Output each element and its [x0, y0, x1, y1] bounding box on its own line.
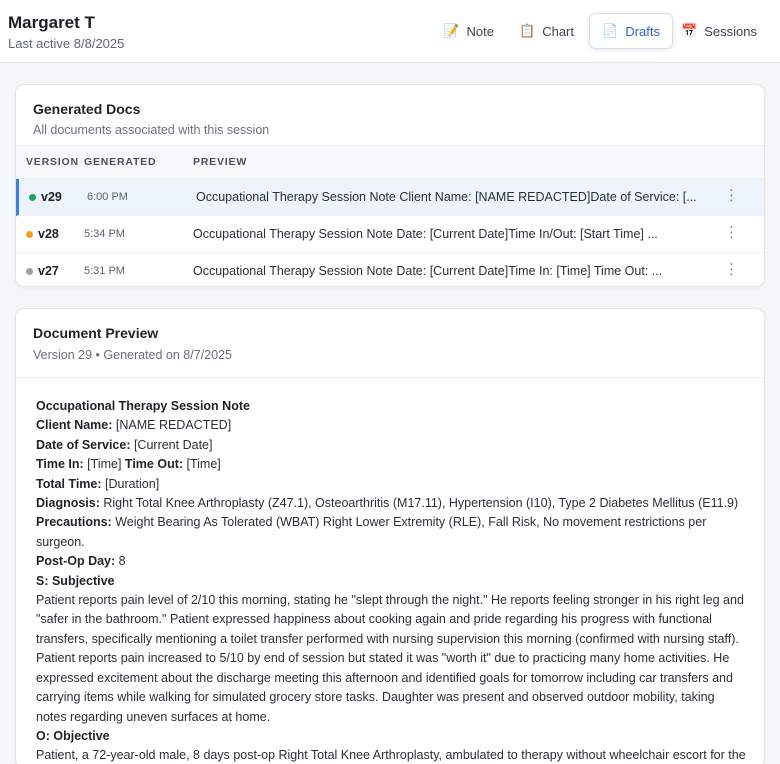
time-out-value: [Time] — [183, 457, 221, 472]
generated-docs-card: Generated Docs All documents associated … — [15, 84, 765, 287]
last-active-text: Last active 8/8/2025 — [8, 36, 125, 51]
generated-docs-title: Generated Docs — [33, 101, 141, 117]
clipboard-icon: 📋 — [519, 23, 536, 38]
total-time-value: [Duration] — [101, 476, 160, 491]
precautions-line: Precautions: Weight Bearing As Tolerated… — [36, 513, 748, 552]
post-op-day-label: Post-Op Day: — [36, 554, 116, 569]
doc-generated-time: 6:00 PM — [87, 191, 128, 203]
doc-preview-text: Occupational Therapy Session Note Date: … — [193, 227, 658, 241]
tab-drafts-label: Drafts — [625, 23, 660, 39]
top-bar: Margaret T Last active 8/8/2025 📝 Note 📋… — [0, 0, 780, 63]
post-op-day-value: 8 — [115, 554, 126, 569]
document-preview-title: Document Preview — [33, 325, 159, 341]
note-body: Occupational Therapy Session Note Client… — [36, 397, 748, 764]
doc-row-v27[interactable]: v27 5:31 PM Occupational Therapy Session… — [16, 253, 764, 286]
calendar-icon: 📅 — [681, 23, 698, 38]
time-out-label: Time Out: — [124, 457, 184, 472]
divider — [16, 377, 764, 378]
tab-note-label: Note — [466, 23, 494, 39]
column-header-preview: PREVIEW — [193, 156, 248, 168]
diagnosis-label: Diagnosis: — [36, 496, 100, 511]
time-in-label: Time In: — [36, 457, 84, 472]
doc-generated-time: 5:31 PM — [84, 265, 125, 277]
date-of-service-line: Date of Service: [Current Date] — [36, 436, 748, 455]
date-of-service-label: Date of Service: — [36, 437, 131, 452]
more-options-icon[interactable]: ⋮ — [724, 261, 739, 279]
total-time-line: Total Time: [Duration] — [36, 475, 748, 494]
tab-note[interactable]: 📝 Note — [430, 13, 507, 49]
date-of-service-value: [Current Date] — [130, 437, 213, 452]
document-preview-subtitle: Version 29 • Generated on 8/7/2025 — [33, 348, 232, 362]
tab-sessions-label: Sessions — [704, 23, 757, 39]
time-line: Time In: [Time] Time Out: [Time] — [36, 455, 748, 474]
client-name-value: [NAME REDACTED] — [112, 418, 232, 433]
column-header-version: VERSION — [26, 156, 79, 168]
objective-heading: O: Objective — [36, 728, 110, 743]
note-heading: Occupational Therapy Session Note — [36, 399, 250, 413]
client-name-line: Client Name: [NAME REDACTED] — [36, 416, 748, 435]
doc-row-v29[interactable]: v29 6:00 PM Occupational Therapy Session… — [16, 179, 764, 216]
time-in-value: [Time] — [83, 457, 125, 472]
document-icon: 📄 — [602, 23, 619, 38]
precautions-label: Precautions: — [36, 515, 112, 530]
post-op-day-line: Post-Op Day: 8 — [36, 552, 748, 571]
tab-chart[interactable]: 📋 Chart — [506, 13, 587, 49]
precautions-value: Weight Bearing As Tolerated (WBAT) Right… — [36, 515, 707, 549]
tab-drafts[interactable]: 📄 Drafts — [589, 13, 673, 49]
status-dot — [26, 268, 33, 275]
subjective-text: Patient reports pain level of 2/10 this … — [36, 593, 744, 724]
document-preview-card: Document Preview Version 29 • Generated … — [15, 308, 765, 764]
diagnosis-line: Diagnosis: Right Total Knee Arthroplasty… — [36, 494, 748, 513]
more-options-icon[interactable]: ⋮ — [724, 187, 739, 205]
client-name-label: Client Name: — [36, 418, 113, 433]
doc-version: v29 — [41, 190, 62, 204]
doc-preview-text: Occupational Therapy Session Note Client… — [196, 190, 697, 204]
patient-name: Margaret T — [8, 13, 95, 32]
total-time-label: Total Time: — [36, 476, 102, 491]
doc-generated-time: 5:34 PM — [84, 228, 125, 240]
column-header-generated: GENERATED — [84, 156, 157, 168]
tab-sessions[interactable]: 📅 Sessions — [668, 13, 770, 49]
diagnosis-value: Right Total Knee Arthroplasty (Z47.1), O… — [99, 496, 739, 511]
doc-preview-text: Occupational Therapy Session Note Date: … — [193, 264, 663, 278]
status-dot — [29, 194, 36, 201]
doc-row-v28[interactable]: v28 5:34 PM Occupational Therapy Session… — [16, 216, 764, 253]
generated-docs-subtitle: All documents associated with this sessi… — [33, 123, 270, 137]
tab-chart-label: Chart — [542, 23, 574, 39]
doc-version: v27 — [38, 264, 59, 278]
objective-text: Patient, a 72-year-old male, 8 days post… — [36, 748, 746, 763]
more-options-icon[interactable]: ⋮ — [724, 224, 739, 242]
doc-version: v28 — [38, 227, 59, 241]
status-dot — [26, 231, 33, 238]
docs-table-header: VERSION GENERATED PREVIEW — [16, 145, 764, 179]
subjective-heading: S: Subjective — [36, 573, 115, 588]
note-icon: 📝 — [443, 23, 460, 38]
